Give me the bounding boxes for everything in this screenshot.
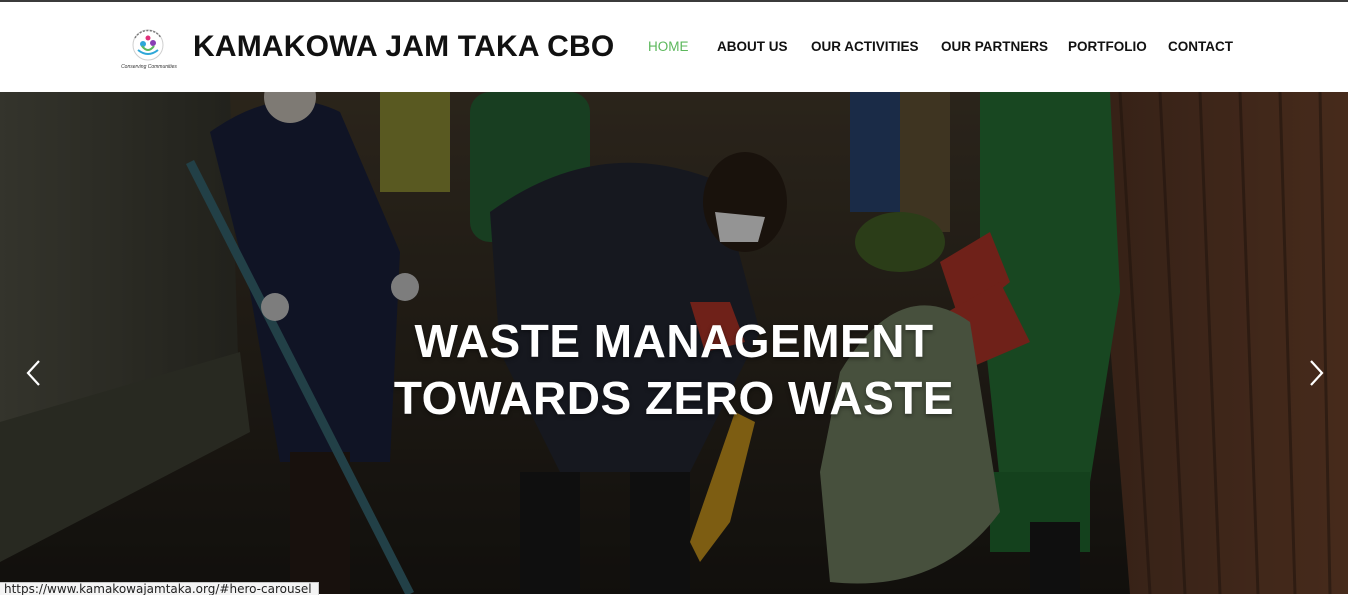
logo-caption: Conserving Communities — [121, 64, 177, 70]
hero-carousel: WASTE MANAGEMENT TOWARDS ZERO WASTE — [0, 92, 1348, 594]
carousel-next-button[interactable] — [1306, 358, 1326, 388]
site-logo[interactable]: Conserving Communities — [118, 24, 178, 74]
carousel-prev-button[interactable] — [24, 358, 44, 388]
status-bar-url: https://www.kamakowajamtaka.org/#hero-ca… — [0, 582, 319, 595]
site-header: Conserving Communities KAMAKOWA JAM TAKA… — [0, 2, 1348, 92]
chevron-right-icon — [1310, 360, 1324, 386]
nav-item-our-partners[interactable]: OUR PARTNERS — [941, 39, 1048, 54]
hero-title-line2: TOWARDS ZERO WASTE — [393, 372, 955, 424]
chevron-left-icon — [26, 360, 40, 386]
nav-item-contact[interactable]: CONTACT — [1168, 39, 1233, 54]
nav-item-portfolio[interactable]: PORTFOLIO — [1068, 39, 1147, 54]
hero-title-line1: WASTE MANAGEMENT — [414, 315, 934, 367]
nav-item-our-activities[interactable]: OUR ACTIVITIES — [811, 39, 919, 54]
site-title[interactable]: KAMAKOWA JAM TAKA CBO — [193, 30, 614, 64]
nav-item-about-us[interactable]: ABOUT US — [717, 39, 788, 54]
nav-item-home[interactable]: HOME — [648, 39, 689, 54]
